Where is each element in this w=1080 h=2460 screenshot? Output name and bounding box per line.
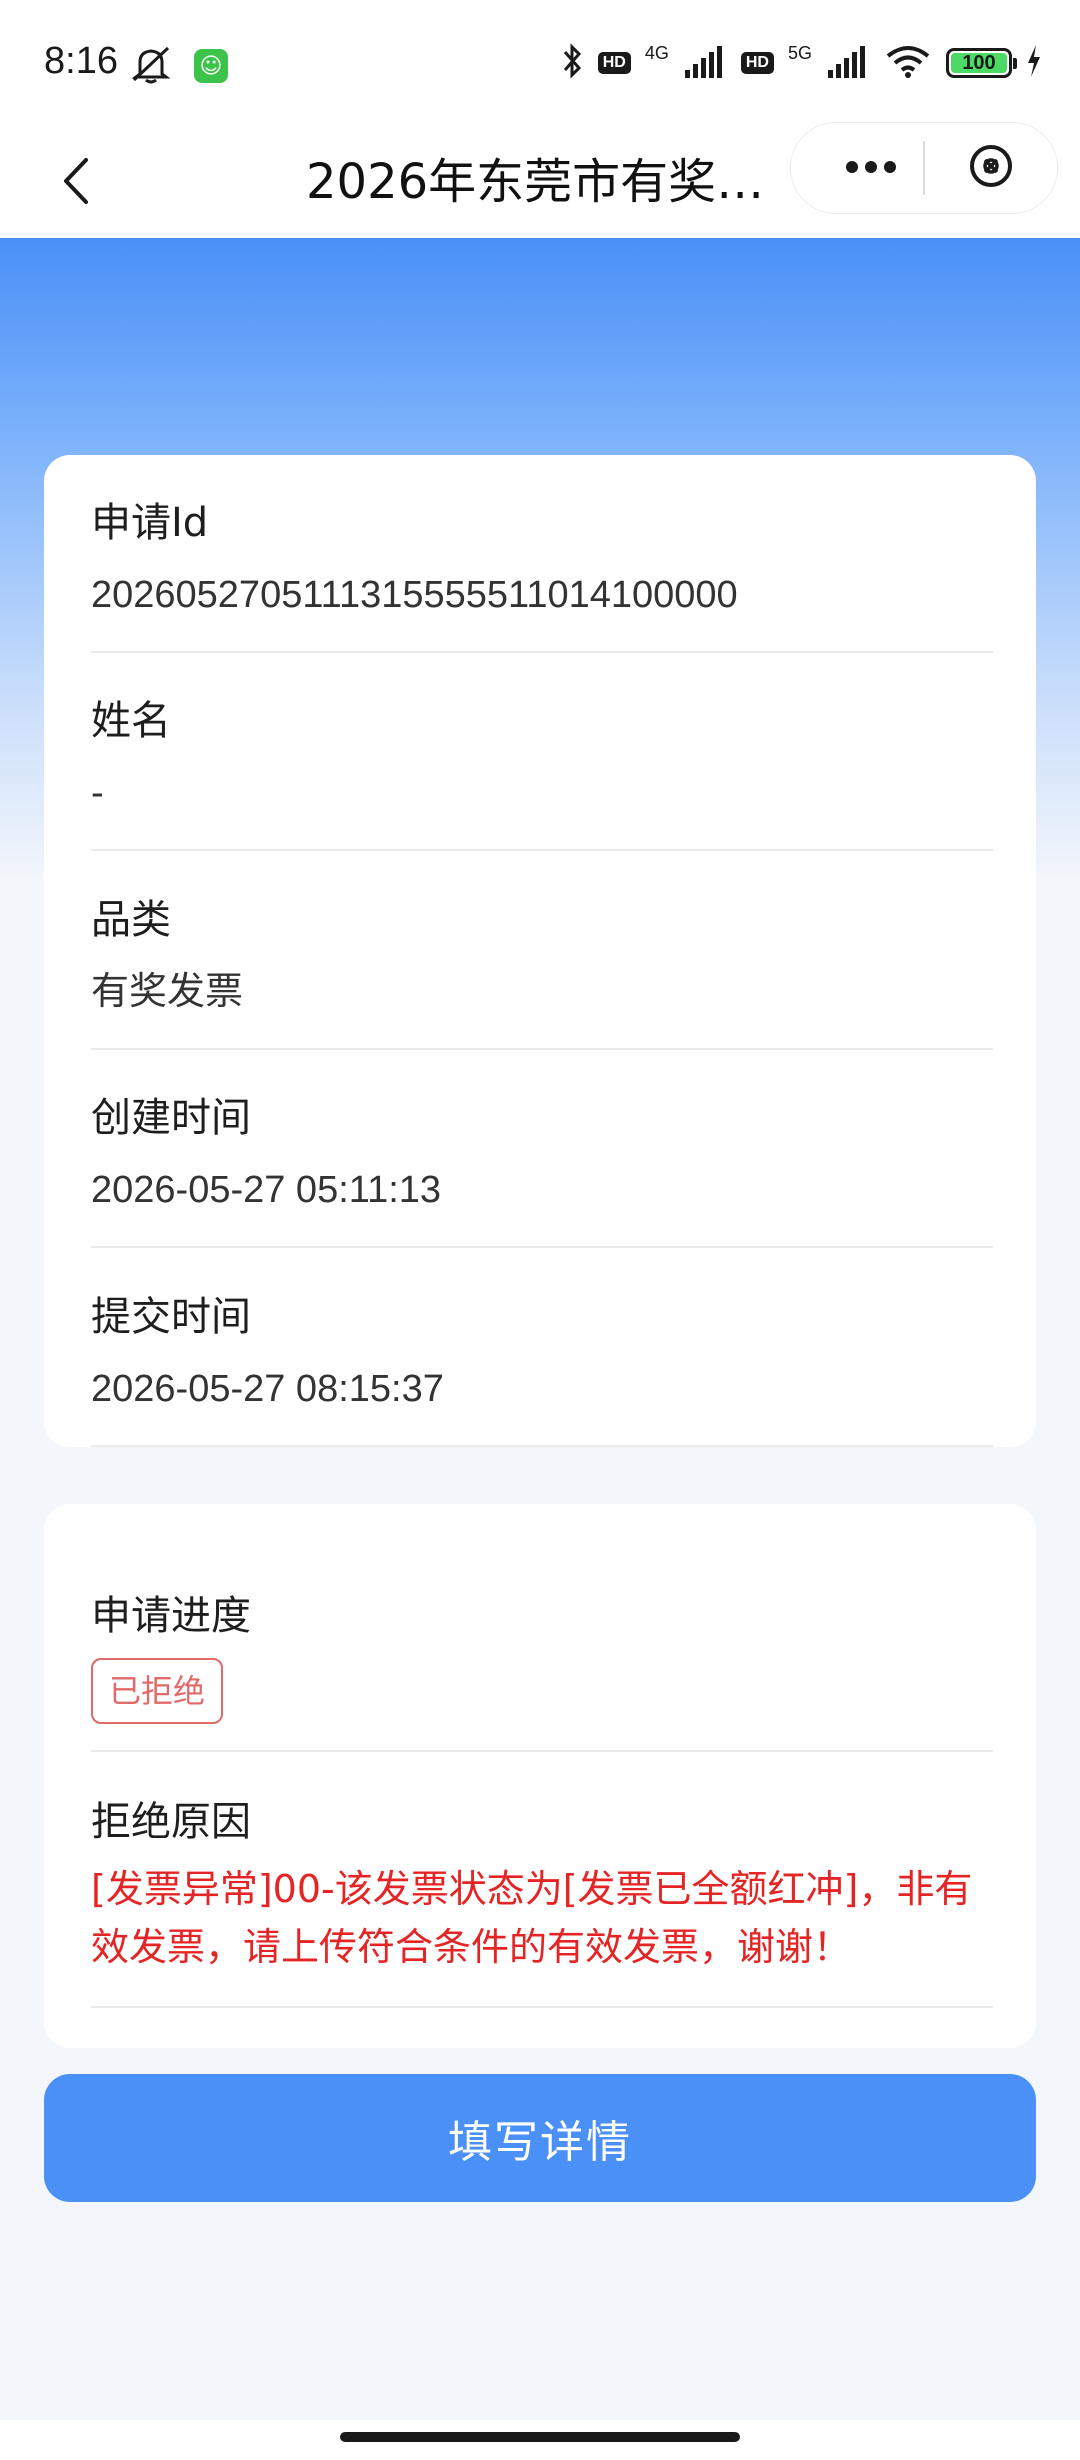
reject-reason-label: 拒绝原因: [91, 1799, 251, 1845]
close-mini-program-button[interactable]: [941, 123, 1041, 213]
battery-icon: 100: [946, 48, 1017, 78]
status-time: 8:16: [44, 40, 118, 82]
field-label: 姓名: [91, 698, 171, 744]
network-5g-label: 5G: [787, 42, 812, 63]
field-submitted-time: 提交时间 2026-05-27 08:15:37: [91, 1289, 993, 1447]
hd-badge-2: HD: [740, 52, 774, 74]
more-dots-icon: [845, 159, 897, 178]
status-right-icons: HD 4G HD 5G 100: [562, 42, 1042, 84]
battery-percent: 100: [962, 51, 996, 74]
mini-program-capsule: [790, 122, 1058, 214]
network-4g-label: 4G: [644, 42, 669, 63]
status-left-icons: ☺: [128, 44, 228, 88]
field-label: 创建时间: [91, 1095, 251, 1141]
field-created-time: 创建时间 2026-05-27 05:11:13: [91, 1090, 993, 1248]
field-reject-reason: 拒绝原因 [发票异常]00-该发票状态为[发票已全额红冲]，非有效发票，请上传符…: [91, 1794, 993, 2008]
more-button[interactable]: [821, 123, 921, 213]
application-progress-card: 申请进度 已拒绝 拒绝原因 [发票异常]00-该发票状态为[发票已全额红冲]，非…: [44, 1504, 1036, 2048]
reject-reason-text: [发票异常]00-该发票状态为[发票已全额红冲]，非有效发票，请上传符合条件的有…: [91, 1867, 973, 1969]
field-value: 2026052705111315555511014100000: [91, 574, 738, 616]
signal-icon-2: [826, 44, 870, 82]
signal-icon-1: [683, 44, 727, 82]
bluetooth-icon: [562, 42, 584, 84]
fill-details-button[interactable]: 填写详情: [44, 2074, 1036, 2202]
field-label: 品类: [91, 897, 171, 943]
charging-icon: [1026, 45, 1042, 81]
status-bar: 8:16 ☺ HD 4G HD 5G 100: [0, 0, 1080, 126]
field-value: 有奖发票: [91, 971, 244, 1013]
field-label: 提交时间: [91, 1294, 251, 1340]
field-value: 2026-05-27 05:11:13: [91, 1169, 442, 1211]
field-value: -: [91, 772, 104, 814]
field-category: 品类 有奖发票: [91, 892, 993, 1050]
field-application-id: 申请Id 2026052705111315555511014100000: [91, 495, 993, 653]
back-button[interactable]: [40, 148, 110, 218]
chevron-left-icon: [60, 156, 90, 210]
field-progress: 申请进度 已拒绝: [91, 1588, 993, 1752]
field-label: 申请Id: [91, 500, 209, 546]
mute-icon: [128, 44, 174, 88]
capsule-divider: [923, 141, 925, 195]
field-name: 姓名 -: [91, 693, 993, 851]
progress-label: 申请进度: [91, 1593, 251, 1639]
application-info-card: 申请Id 2026052705111315555511014100000 姓名 …: [44, 455, 1036, 1447]
home-indicator[interactable]: [340, 2432, 740, 2442]
status-badge: 已拒绝: [91, 1658, 224, 1724]
field-value: 2026-05-27 08:15:37: [91, 1368, 444, 1410]
hd-badge: HD: [597, 52, 631, 74]
wifi-icon: [884, 44, 932, 82]
app-notification-icon: ☺: [194, 49, 228, 83]
close-circle-icon: [967, 142, 1015, 194]
page-title: 2026年东莞市有奖发票…: [306, 154, 776, 210]
